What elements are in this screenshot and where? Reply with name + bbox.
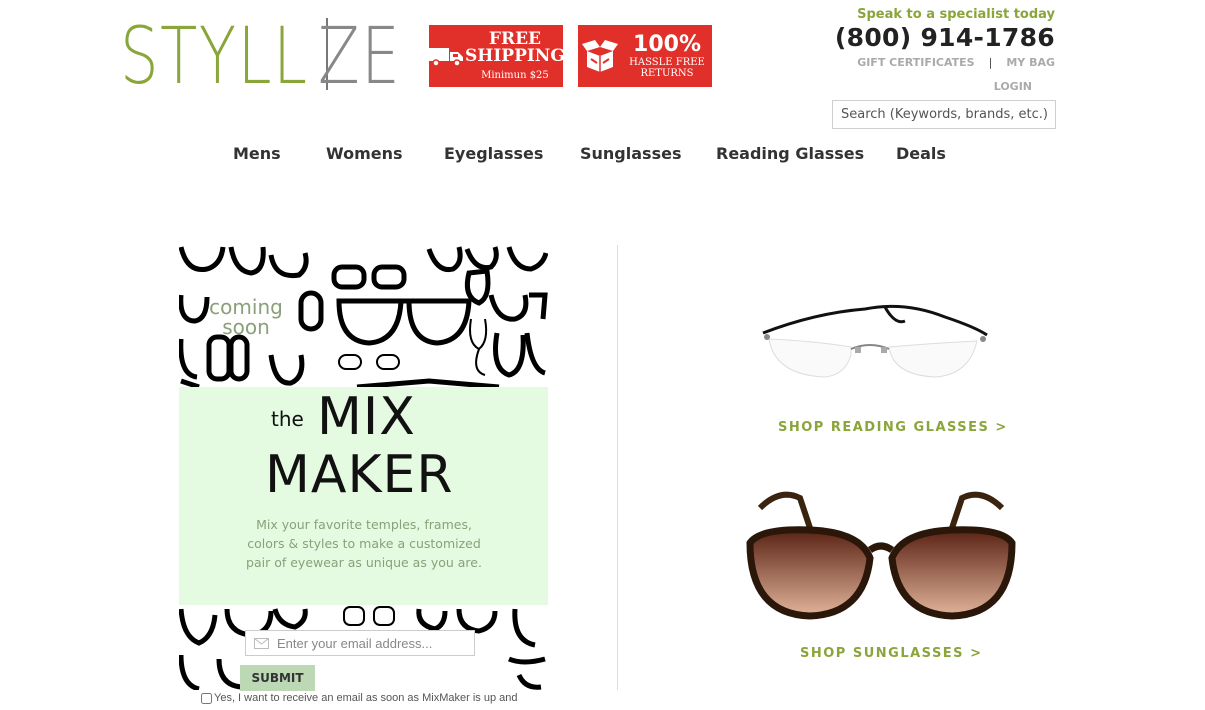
mix-maker-panel: the MIX MAKER Mix your favorite temples,… <box>179 387 548 605</box>
mix-maker-the: the <box>271 407 304 431</box>
nav-sunglasses[interactable]: Sunglasses <box>580 144 681 163</box>
shop-sunglasses-link[interactable]: SHOP SUNGLASSES > <box>800 646 982 661</box>
my-bag-link[interactable]: MY BAG <box>1006 56 1055 69</box>
column-divider <box>617 245 618 690</box>
login-link[interactable]: LOGIN <box>994 80 1032 93</box>
truck-icon <box>429 25 465 87</box>
shop-reading-glasses-link[interactable]: SHOP READING GLASSES > <box>778 420 1008 435</box>
logo-text-secondary: ZE <box>317 12 401 102</box>
email-field[interactable] <box>245 630 475 656</box>
search-input[interactable] <box>832 100 1056 129</box>
link-separator: | <box>988 56 993 69</box>
returns-subtitle: HASSLE FREE RETURNS <box>629 57 705 79</box>
gift-certificates-link[interactable]: GIFT CERTIFICATES <box>857 56 974 69</box>
shipping-title: FREE SHIPPING <box>465 29 565 66</box>
hassle-free-returns-badge[interactable]: 100% HASSLE FREE RETURNS <box>578 25 712 87</box>
main-nav: Mens Womens Eyeglasses Sunglasses Readin… <box>0 144 1205 168</box>
shipping-subtitle: Minimun $25 <box>481 70 549 81</box>
nav-reading-glasses[interactable]: Reading Glasses <box>716 144 864 163</box>
mix-maker-mix: MIX <box>317 387 416 447</box>
sunglasses-image[interactable] <box>740 488 1022 628</box>
coming-line: coming <box>209 295 283 319</box>
email-input[interactable] <box>275 634 469 652</box>
optin-label: Yes, I want to receive an email as soon … <box>214 692 518 704</box>
nav-deals[interactable]: Deals <box>896 144 946 163</box>
mix-maker-description: Mix your favorite temples, frames, color… <box>246 517 482 570</box>
coming-soon-text: coming soon <box>209 297 283 337</box>
nav-eyeglasses[interactable]: Eyeglasses <box>444 144 543 163</box>
email-optin[interactable]: Yes, I want to receive an email as soon … <box>201 692 517 704</box>
envelope-icon <box>254 634 269 653</box>
reading-glasses-image[interactable] <box>755 295 995 390</box>
specialist-tagline: Speak to a specialist today <box>857 7 1055 22</box>
free-shipping-badge[interactable]: FREE SHIPPING Minimun $25 <box>429 25 565 87</box>
soon-line: soon <box>222 315 270 339</box>
account-links: GIFT CERTIFICATES | MY BAG <box>857 56 1055 69</box>
mix-maker-maker: MAKER <box>265 445 454 505</box>
box-icon <box>578 25 622 87</box>
returns-title: 100% <box>633 32 701 57</box>
submit-button[interactable]: SUBMIT <box>240 665 315 691</box>
optin-checkbox[interactable] <box>201 692 212 704</box>
phone-number[interactable]: (800) 914-1786 <box>835 23 1055 52</box>
mix-maker-promo: coming soon the MIX MAKER Mix your favor… <box>179 245 548 690</box>
logo-text-primary: STYLL <box>120 12 309 102</box>
nav-womens[interactable]: Womens <box>326 144 403 163</box>
site-logo[interactable]: STYLL ZE <box>120 18 424 96</box>
nav-mens[interactable]: Mens <box>233 144 281 163</box>
